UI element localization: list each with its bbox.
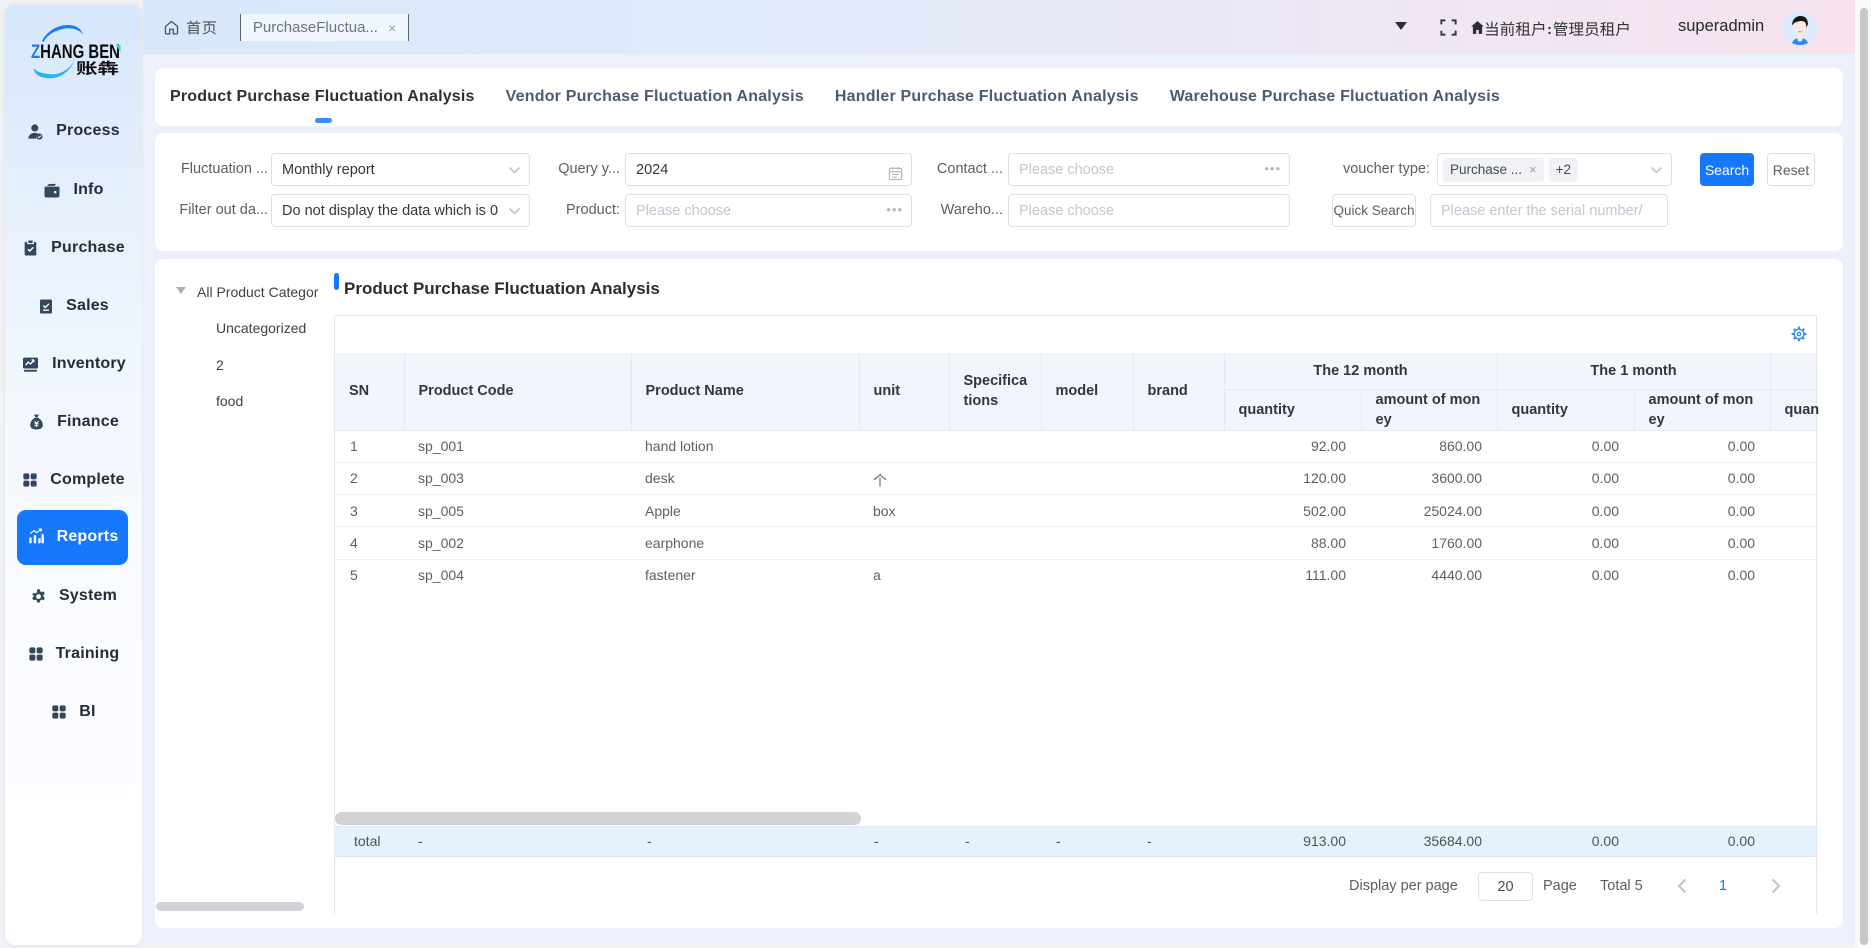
svg-text:ZHANG BEN: ZHANG BEN — [31, 42, 120, 63]
